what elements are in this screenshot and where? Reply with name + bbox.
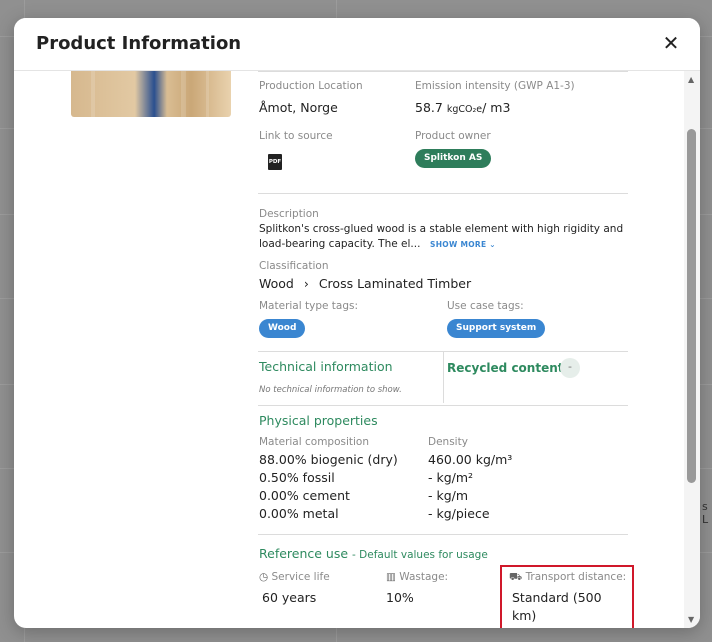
reference-use-heading: Reference use - Default values for usage xyxy=(259,546,488,561)
image-texture xyxy=(181,71,186,117)
wastage-label: Wastage: xyxy=(399,571,449,583)
emission-suffix: / m3 xyxy=(482,100,511,115)
service-life-label-group: ◷ Service life xyxy=(259,571,330,583)
product-information-modal: Product Information ✕ Production Locatio… xyxy=(14,18,700,628)
density-volume: 460.00 kg/m³ xyxy=(428,452,513,467)
density-area: - kg/m² xyxy=(428,470,474,485)
composition-fossil: 0.50% fossil xyxy=(259,470,335,485)
backdrop-partial-text: s L xyxy=(702,500,709,526)
modal-scrollbar[interactable]: ▲ ▼ xyxy=(684,71,700,628)
image-texture xyxy=(206,71,209,117)
technical-information-title: Technical information xyxy=(259,359,393,374)
recycled-content-value: - xyxy=(560,358,580,378)
show-more-link[interactable]: SHOW MORE ⌄ xyxy=(430,240,496,249)
density-length: - kg/m xyxy=(428,488,469,503)
vertical-divider xyxy=(443,351,444,403)
classification-path: Wood › Cross Laminated Timber xyxy=(259,276,471,291)
scroll-up-arrow-icon[interactable]: ▲ xyxy=(688,75,694,84)
description-line-2: load-bearing capacity. The el... xyxy=(259,238,421,250)
service-life-value: 60 years xyxy=(262,590,317,605)
service-life-label: Service life xyxy=(271,571,330,583)
product-owner-label: Product owner xyxy=(415,130,491,142)
clock-icon: ◷ xyxy=(259,571,269,583)
chevron-right-icon: › xyxy=(303,276,309,291)
modal-header: Product Information ✕ xyxy=(14,18,700,71)
link-to-source-label: Link to source xyxy=(259,130,333,142)
scroll-thumb[interactable] xyxy=(687,129,696,483)
description-label: Description xyxy=(259,208,319,220)
close-icon[interactable]: ✕ xyxy=(660,32,682,54)
wastage-label-group: ▥ Wastage: xyxy=(386,571,448,583)
production-location-label: Production Location xyxy=(259,80,363,92)
reference-use-title: Reference use xyxy=(259,546,349,561)
classification-level-2[interactable]: Cross Laminated Timber xyxy=(319,276,471,291)
composition-cement: 0.00% cement xyxy=(259,488,350,503)
recycled-content-title: Recycled content: xyxy=(447,361,569,375)
production-location-value: Åmot, Norge xyxy=(259,100,338,115)
usecase-tag[interactable]: Support system xyxy=(447,319,546,338)
product-owner-chip[interactable]: Splitkon AS xyxy=(415,149,492,168)
trash-icon: ▥ xyxy=(386,571,396,583)
transport-distance-highlight xyxy=(500,565,634,628)
density-label: Density xyxy=(428,436,468,448)
top-divider xyxy=(258,71,628,72)
section-divider xyxy=(258,405,628,406)
image-texture xyxy=(91,71,95,117)
composition-metal: 0.00% metal xyxy=(259,506,339,521)
modal-title: Product Information xyxy=(36,33,242,54)
physical-properties-title: Physical properties xyxy=(259,413,378,428)
material-tags-label: Material type tags: xyxy=(259,300,359,312)
emission-number: 58.7 xyxy=(415,100,443,115)
reference-use-subtitle: - Default values for usage xyxy=(352,549,488,561)
emission-label: Emission intensity (GWP A1-3) xyxy=(415,80,575,92)
product-image xyxy=(71,71,231,117)
emission-unit: kgCO₂e xyxy=(446,104,483,115)
composition-biogenic: 88.00% biogenic (dry) xyxy=(259,452,398,467)
technical-empty-text: No technical information to show. xyxy=(259,385,402,395)
scroll-down-arrow-icon[interactable]: ▼ xyxy=(688,615,694,624)
description-line-1: Splitkon's cross-glued wood is a stable … xyxy=(259,223,624,235)
wastage-value: 10% xyxy=(386,590,414,605)
material-tag[interactable]: Wood xyxy=(259,319,306,338)
classification-label: Classification xyxy=(259,260,329,272)
classification-level-1[interactable]: Wood xyxy=(259,276,294,291)
section-divider xyxy=(258,193,628,194)
pdf-icon[interactable]: PDF xyxy=(268,154,282,170)
modal-body: Production Location Åmot, Norge Emission… xyxy=(14,71,700,628)
section-divider xyxy=(258,534,628,535)
usecase-tags-label: Use case tags: xyxy=(447,300,524,312)
density-piece: - kg/piece xyxy=(428,506,490,521)
emission-value: 58.7 kgCO₂e/ m3 xyxy=(415,100,510,115)
composition-label: Material composition xyxy=(259,436,370,448)
